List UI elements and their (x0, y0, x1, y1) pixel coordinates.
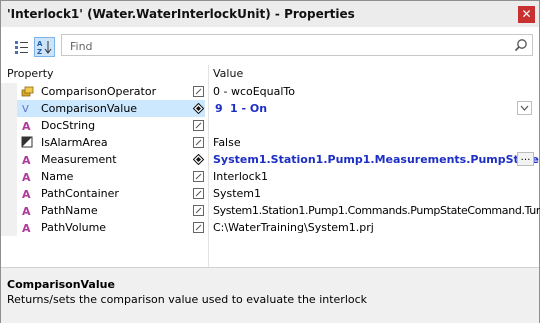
edit-icon[interactable] (193, 222, 204, 233)
window-title: 'Interlock1' (Water.WaterInterlockUnit) … (7, 7, 355, 21)
svg-text:A: A (22, 205, 31, 217)
svg-text:V: V (22, 104, 29, 115)
property-name: DocString (41, 119, 96, 132)
string-icon: A (22, 171, 31, 183)
string-icon: A (22, 120, 31, 132)
property-name: Measurement (41, 153, 117, 166)
properties-window: 'Interlock1' (Water.WaterInterlockUnit) … (0, 0, 540, 323)
property-value[interactable]: System1.Station1.Pump1.Measurements.Pump… (213, 153, 539, 166)
search-icon[interactable] (514, 38, 528, 52)
property-name: IsAlarmArea (41, 136, 108, 149)
linked-diamond-icon[interactable] (193, 103, 204, 114)
svg-text:A: A (22, 120, 31, 132)
property-row-doc-string[interactable]: A DocString (1, 117, 539, 134)
description-panel: ComparisonValue Returns/sets the compari… (1, 267, 539, 323)
close-icon: ✕ (521, 7, 532, 21)
property-row-comparison-operator[interactable]: ComparisonOperator 0 - wcoEqualTo (1, 83, 539, 100)
toolbar: A Z (1, 27, 539, 65)
property-row-is-alarm-area[interactable]: IsAlarmArea False (1, 134, 539, 151)
svg-text:A: A (22, 188, 31, 200)
property-value[interactable]: Interlock1 (213, 170, 268, 183)
string-icon: A (22, 188, 31, 200)
edit-icon[interactable] (193, 171, 204, 182)
row-gutter (1, 117, 17, 134)
svg-text:A: A (22, 154, 31, 166)
edit-icon[interactable] (193, 205, 204, 216)
property-column-header[interactable]: Property (7, 67, 54, 80)
alphabetical-button[interactable]: A Z (34, 37, 55, 57)
property-row-path-volume[interactable]: A PathVolume C:\WaterTraining\System1.pr… (1, 219, 539, 236)
row-gutter (1, 100, 17, 117)
property-row-name[interactable]: A Name Interlock1 (1, 168, 539, 185)
property-value[interactable]: False (213, 136, 241, 149)
string-icon: A (22, 222, 31, 234)
property-name: ComparisonOperator (41, 85, 157, 98)
enum-icon (21, 86, 34, 97)
search-box[interactable] (61, 34, 533, 56)
edit-icon[interactable] (193, 86, 204, 97)
edit-icon[interactable] (193, 137, 204, 148)
linked-diamond-icon[interactable] (193, 154, 204, 165)
value-prefix: 9 (215, 102, 223, 115)
string-icon: A (22, 154, 31, 166)
property-row-path-name[interactable]: A PathName System1.Station1.Pump1.Comman… (1, 202, 540, 219)
property-row-comparison-value[interactable]: V ComparisonValue 9 1 - On (1, 100, 539, 117)
value-column-header[interactable]: Value (213, 67, 243, 80)
property-row-path-container[interactable]: A PathContainer System1 (1, 185, 539, 202)
svg-text:A: A (37, 40, 43, 48)
categorized-button[interactable] (11, 37, 32, 57)
close-button[interactable]: ✕ (518, 6, 535, 23)
value-dropdown-button[interactable] (517, 101, 532, 115)
string-icon: A (22, 205, 31, 217)
row-gutter (1, 151, 17, 168)
property-name: Name (41, 170, 74, 183)
property-name: PathName (41, 204, 98, 217)
row-gutter (1, 168, 17, 185)
edit-icon[interactable] (193, 120, 204, 131)
variant-icon: V (22, 104, 29, 115)
description-title: ComparisonValue (7, 278, 115, 291)
property-value[interactable]: C:\WaterTraining\System1.prj (213, 221, 374, 234)
row-gutter (1, 185, 17, 202)
svg-text:A: A (22, 171, 31, 183)
row-gutter (1, 219, 17, 236)
property-value[interactable]: System1 (213, 187, 261, 200)
svg-text:Z: Z (37, 48, 42, 56)
categorized-icon (15, 41, 28, 54)
row-gutter (1, 202, 17, 219)
property-grid: Property Value ComparisonOperator 0 - wc… (1, 65, 540, 267)
property-value[interactable]: System1.Station1.Pump1.Commands.PumpStat… (213, 204, 540, 217)
ellipsis-icon: … (520, 152, 531, 163)
property-name: PathContainer (41, 187, 119, 200)
property-value[interactable]: 0 - wcoEqualTo (213, 85, 295, 98)
browse-button[interactable]: … (517, 152, 534, 166)
row-gutter (1, 83, 17, 100)
edit-icon[interactable] (193, 188, 204, 199)
search-input[interactable] (68, 38, 502, 54)
property-value[interactable]: 1 - On (230, 102, 267, 115)
property-name: ComparisonValue (41, 102, 138, 115)
property-row-measurement[interactable]: A Measurement System1.Station1.Pump1.Mea… (1, 151, 539, 168)
sort-az-icon: A Z (37, 40, 52, 56)
property-name: PathVolume (41, 221, 107, 234)
description-text: Returns/sets the comparison value used t… (7, 293, 368, 306)
chevron-down-icon (520, 105, 529, 111)
row-gutter (1, 134, 17, 151)
boolean-icon (21, 136, 33, 148)
title-bar[interactable]: 'Interlock1' (Water.WaterInterlockUnit) … (1, 1, 539, 27)
svg-text:A: A (22, 222, 31, 234)
